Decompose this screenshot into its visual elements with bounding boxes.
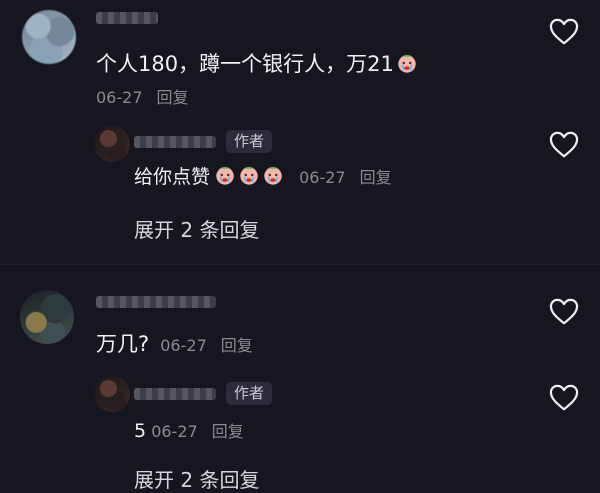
reply-avatar[interactable]: [94, 126, 130, 162]
heart-outline-icon[interactable]: [549, 18, 579, 46]
reply-username[interactable]: [134, 388, 216, 400]
expand-replies-button[interactable]: 展开 2 条回复: [134, 464, 259, 493]
divider: [0, 264, 600, 265]
reply-button[interactable]: 回复: [360, 168, 392, 187]
reply-button[interactable]: 回复: [212, 422, 244, 441]
reply-button[interactable]: 回复: [157, 88, 189, 107]
crying-face-emoji-icon: [214, 164, 236, 186]
expand-replies-button[interactable]: 展开 2 条回复: [134, 214, 259, 243]
heart-outline-icon[interactable]: [549, 384, 579, 412]
comment-row: 万几? 06-27 回复: [96, 332, 253, 356]
heart-outline-icon[interactable]: [549, 298, 579, 326]
avatar[interactable]: [22, 10, 76, 64]
reply-button[interactable]: 回复: [221, 336, 253, 355]
avatar[interactable]: [20, 290, 74, 344]
author-badge: 作者: [226, 130, 273, 153]
reply-date: 06-27: [299, 168, 346, 187]
comment-date: 06-27: [96, 88, 143, 107]
crying-face-emoji-icon: [238, 164, 260, 186]
crying-face-emoji-icon: [396, 52, 418, 74]
reply-date: 06-27: [151, 422, 198, 441]
reply-username[interactable]: [134, 136, 216, 148]
comment-text: 个人180，蹲一个银行人，万21: [96, 52, 418, 75]
reply-row: 给你点赞 06-27 回复: [134, 164, 392, 188]
username[interactable]: [96, 12, 158, 24]
username[interactable]: [96, 296, 216, 308]
comment-text: 万几?: [96, 332, 150, 356]
reply-text: 5: [134, 420, 147, 442]
heart-outline-icon[interactable]: [549, 131, 579, 159]
reply-row: 5 06-27 回复: [134, 418, 244, 442]
comment-date: 06-27: [160, 336, 207, 355]
comment-meta: 06-27 回复: [96, 84, 189, 108]
reply-avatar[interactable]: [94, 376, 130, 412]
author-badge: 作者: [226, 382, 273, 405]
crying-face-emoji-icon: [262, 164, 284, 186]
reply-text: 给你点赞: [134, 166, 211, 188]
